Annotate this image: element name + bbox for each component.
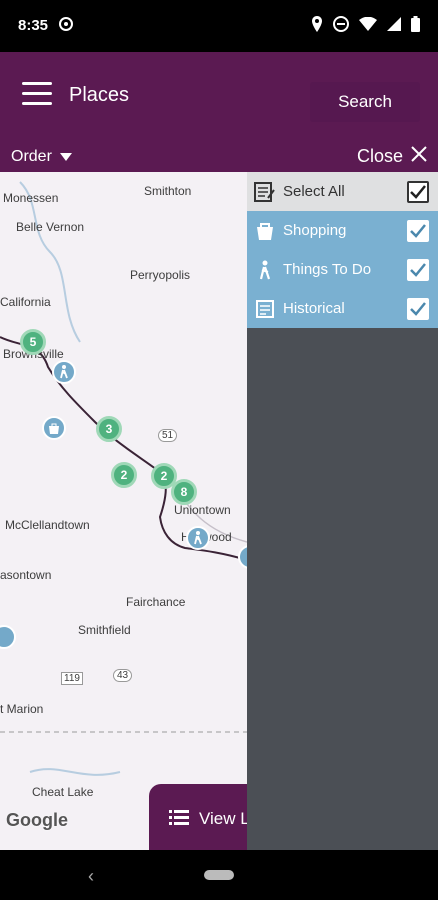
google-logo: Google	[6, 810, 68, 830]
filter-label-shopping: Shopping	[283, 222, 347, 239]
settings-icon	[58, 16, 74, 37]
route-shield-119: 119	[61, 672, 83, 685]
route-shield-43: 43	[113, 669, 133, 682]
map-cluster[interactable]: 8	[171, 479, 197, 505]
view-list-label: View L	[199, 809, 250, 828]
filter-panel: Select All Shopping Things To Do Histori…	[247, 172, 438, 850]
wifi-icon	[359, 16, 377, 36]
back-icon[interactable]: ‹	[88, 866, 94, 887]
historical-checkbox[interactable]	[407, 297, 429, 320]
close-button[interactable]: Close	[357, 145, 428, 168]
filter-row-shopping[interactable]: Shopping	[247, 211, 438, 250]
map-label-monessen: Monessen	[3, 191, 59, 205]
search-button[interactable]: Search	[310, 82, 420, 122]
filter-label-historical: Historical	[283, 300, 345, 317]
dnd-icon	[333, 16, 349, 37]
map-label-belle-vernon: Belle Vernon	[16, 220, 85, 234]
shopping-checkbox[interactable]	[407, 219, 429, 242]
map-label-california: California	[0, 295, 51, 309]
status-bar: 8:35	[0, 0, 438, 52]
view-list-button[interactable]: View L	[149, 784, 259, 854]
map-label-smithfield: Smithfield	[78, 623, 131, 637]
filter-row-things-to-do[interactable]: Things To Do	[247, 250, 438, 289]
page-title: Places	[69, 84, 130, 106]
home-pill-icon[interactable]	[204, 870, 234, 880]
select-all-label: Select All	[283, 183, 345, 200]
map-view[interactable]: Monessen Smithton Belle Vernon Perryopol…	[0, 172, 247, 850]
select-all-checkbox[interactable]	[407, 180, 429, 203]
signal-icon	[387, 17, 401, 36]
battery-icon	[411, 16, 420, 37]
map-cluster[interactable]: 3	[96, 416, 122, 442]
filter-label-things-to-do: Things To Do	[283, 261, 372, 278]
checklist-icon	[247, 181, 283, 202]
map-label-perryopolis: Perryopolis	[130, 268, 191, 282]
walking-person-icon	[247, 260, 283, 280]
map-label-uniontown: Uniontown	[174, 503, 231, 517]
filter-row-historical[interactable]: Historical	[247, 289, 438, 328]
map-cluster[interactable]: 2	[111, 462, 137, 488]
map-label-point-marion: t Marion	[0, 702, 44, 716]
historical-marker-icon	[247, 299, 283, 319]
list-icon	[169, 809, 189, 830]
things-to-do-checkbox[interactable]	[407, 258, 429, 281]
map-label-cheat-lake: Cheat Lake	[32, 785, 94, 799]
caret-down-icon	[59, 153, 72, 161]
system-nav-bar: ‹	[0, 850, 438, 900]
shopping-bag-icon	[247, 221, 283, 241]
map-label-smithton: Smithton	[144, 184, 192, 198]
app-bar: Places Search	[0, 52, 438, 140]
menu-icon[interactable]	[22, 82, 52, 106]
order-label: Order	[11, 148, 52, 165]
map-label-masontown: asontown	[0, 568, 52, 582]
status-time: 8:35	[18, 17, 49, 34]
status-icons	[311, 16, 420, 37]
map-label-fairchance: Fairchance	[126, 595, 186, 609]
map-cluster[interactable]: 5	[20, 329, 46, 355]
select-all-row[interactable]: Select All	[247, 172, 438, 211]
close-icon	[410, 145, 428, 168]
walking-person-pin[interactable]	[186, 526, 210, 550]
location-icon	[311, 16, 323, 37]
route-shield-51: 51	[158, 429, 178, 442]
close-label: Close	[356, 146, 403, 166]
order-bar: Order Close	[0, 140, 438, 172]
order-dropdown[interactable]: Order	[11, 148, 72, 166]
map-label-mcclellandtown: McClellandtown	[5, 518, 90, 532]
walking-person-pin[interactable]	[52, 360, 76, 384]
shopping-bag-pin[interactable]	[42, 416, 66, 440]
